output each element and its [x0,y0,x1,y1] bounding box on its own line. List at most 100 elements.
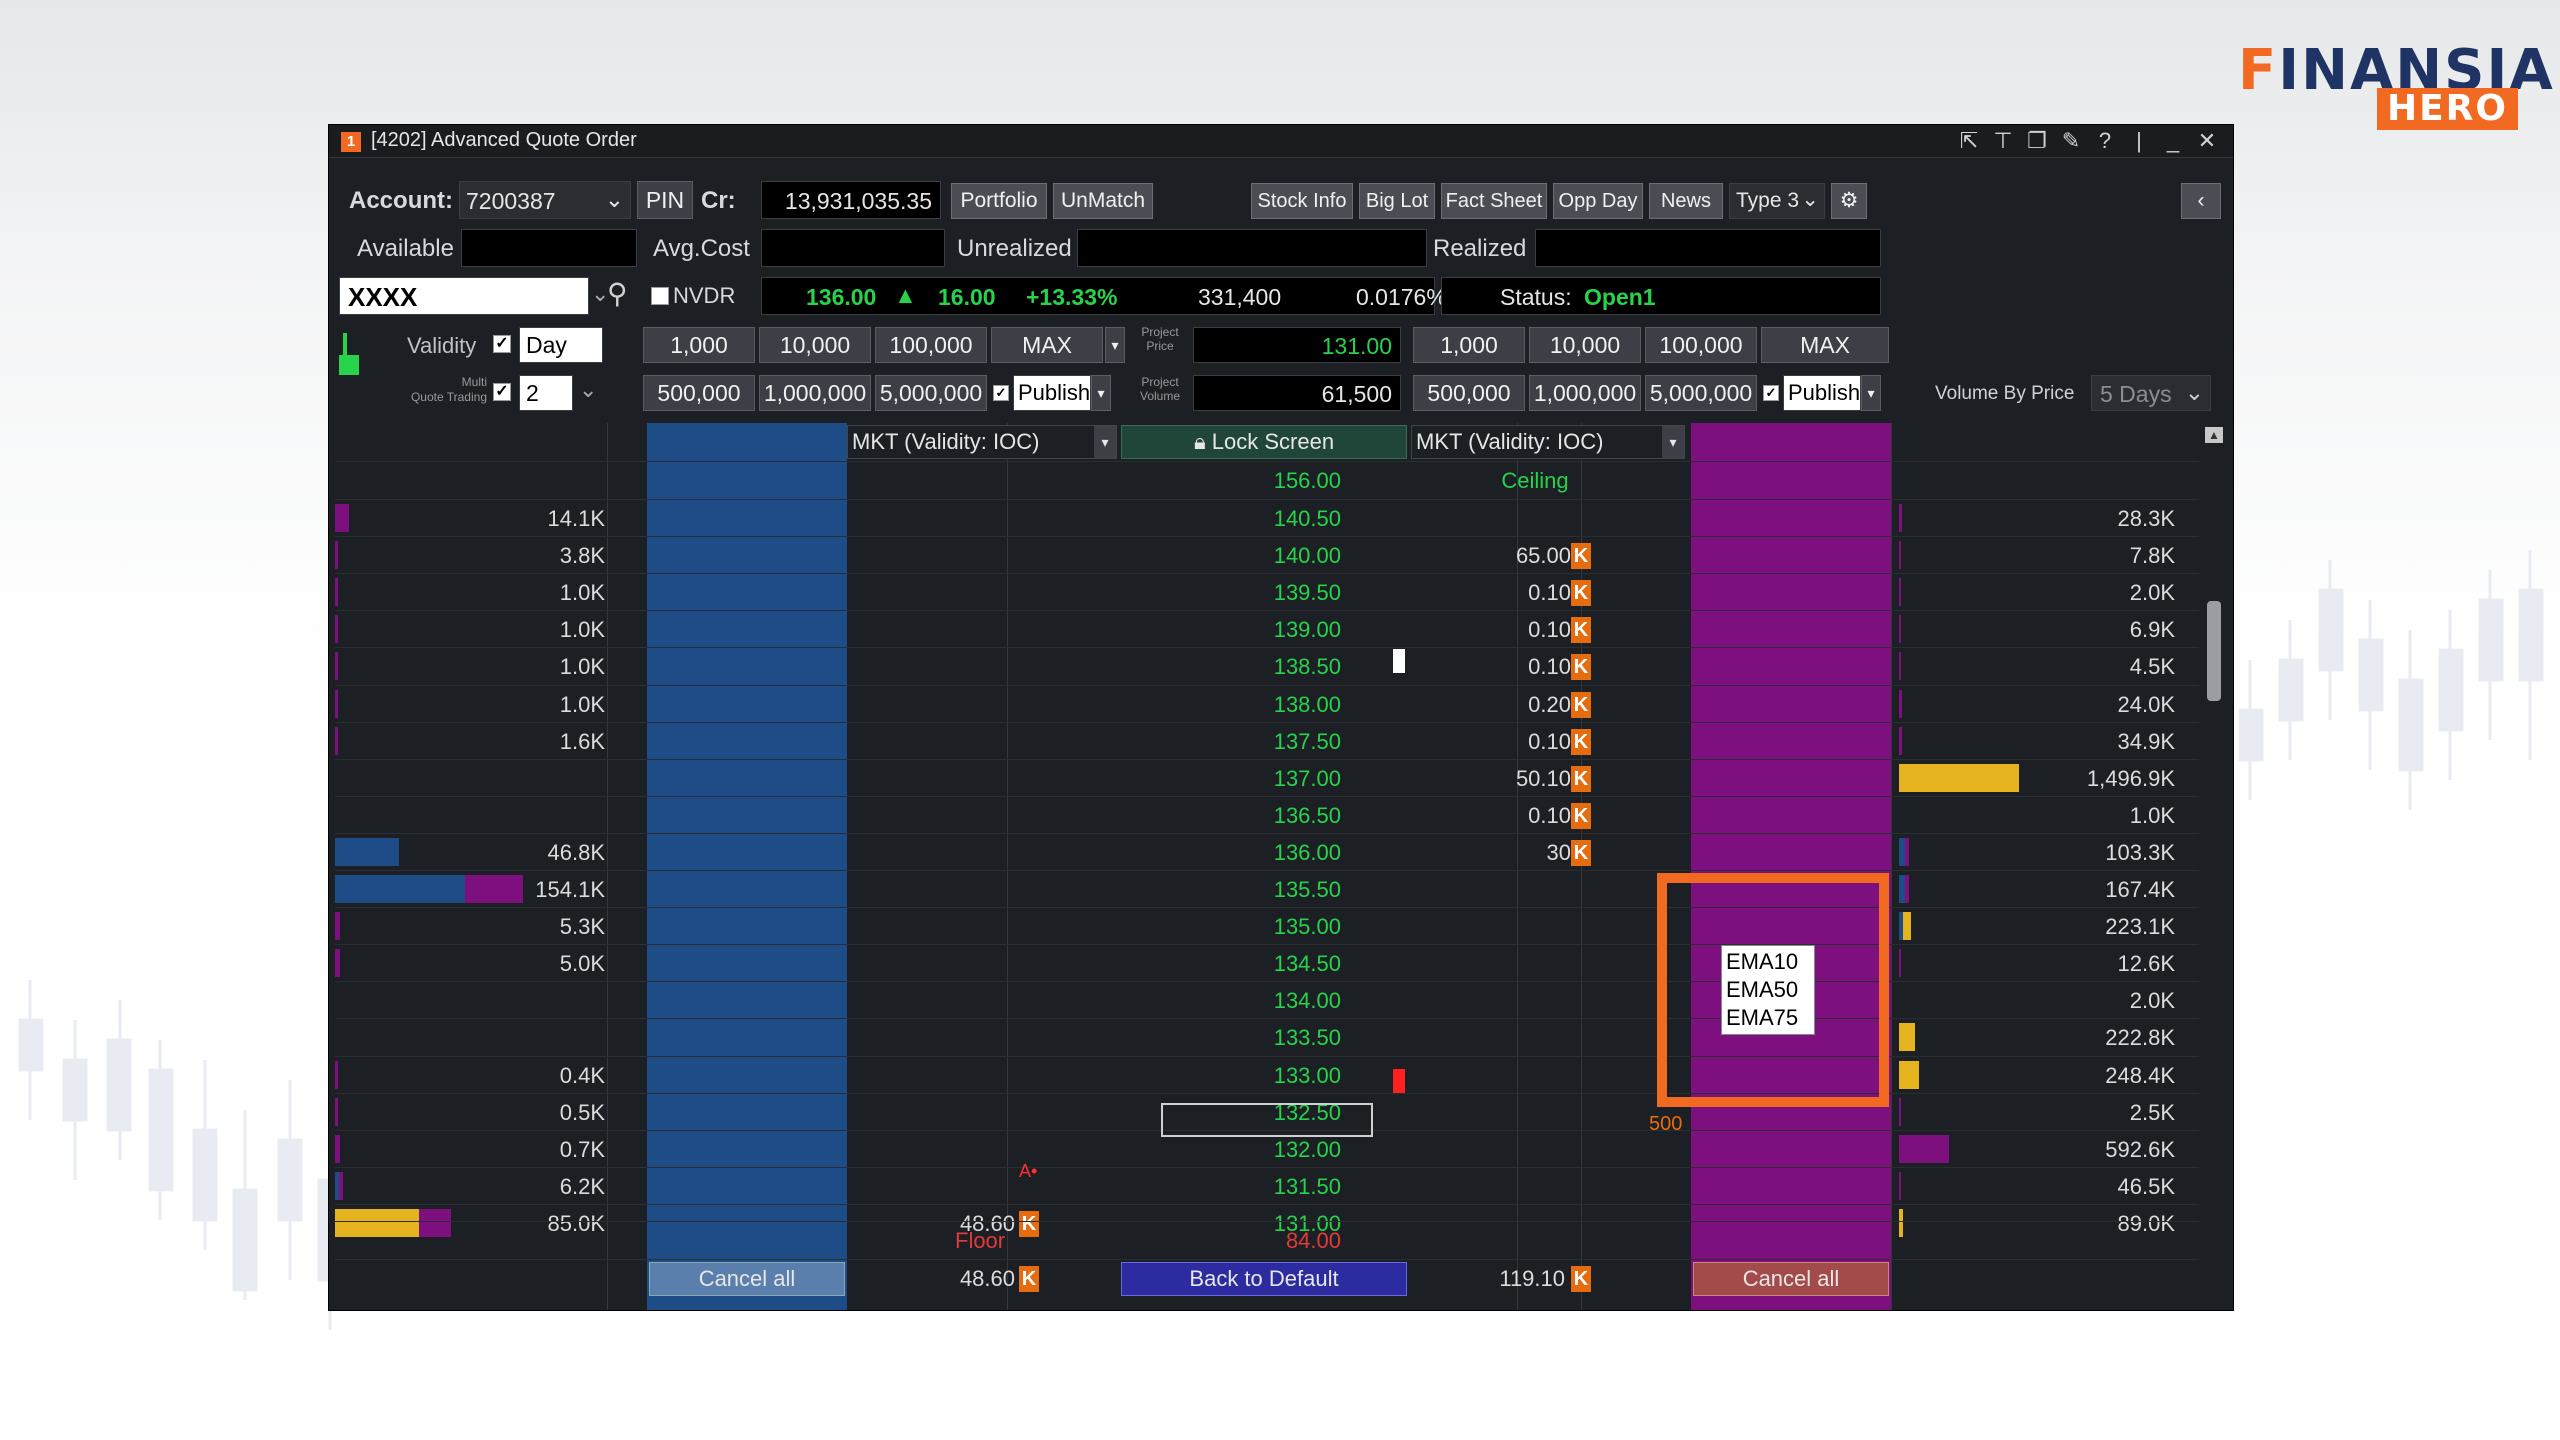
multi-quote-input[interactable]: 2 [519,375,573,411]
status-value: Open1 [1584,284,1656,310]
ladder-row[interactable]: 154.1K 135.50 167.4K [335,870,2207,907]
qty-max-button[interactable]: MAX [991,327,1103,363]
popout-icon[interactable]: ⇱ [1957,129,1981,153]
account-label: Account: [349,187,453,214]
settings-gear-icon[interactable]: ⚙ [1831,183,1867,219]
collapse-arrow-icon[interactable]: ‹ [2181,183,2221,219]
ask-qty-1000000-button[interactable]: 1,000,000 [1529,375,1641,411]
k-badge[interactable]: K [1571,580,1591,607]
ask-qty-100000-button[interactable]: 100,000 [1645,327,1757,363]
chevron-down-icon[interactable]: ▾ [1091,375,1111,411]
ladder-row[interactable]: 1.0K 139.50 0.10 2.0K K [335,573,2207,610]
last-price: 136.00 [806,284,877,310]
qty-1000-button[interactable]: 1,000 [643,327,755,363]
qty-500000-button[interactable]: 500,000 [643,375,755,411]
k-badge[interactable]: K [1571,617,1591,644]
ladder-row[interactable]: 136.50 0.10 1.0K K [335,795,2207,833]
price-level: 136.50 [1273,802,1341,828]
ask-qty-10000-button[interactable]: 10,000 [1529,327,1641,363]
restore-icon[interactable]: ❐ [2025,129,2049,153]
ladder-row[interactable]: 1.0K 139.00 0.10 6.9K K [335,610,2207,647]
volume-by-price: 12.6K [2117,951,2176,977]
pin-top-icon[interactable]: ⊤ [1991,129,2015,153]
ladder-row[interactable]: 0.4K 133.00 248.4K [335,1055,2207,1093]
ladder-row[interactable]: 14.1K 140.50 28.3K [335,499,2207,536]
tools-icon[interactable]: ✎ [2059,129,2083,153]
qty-10000-button[interactable]: 10,000 [759,327,871,363]
ladder-row[interactable]: 133.50 222.8K [335,1018,2207,1055]
opp-day-button[interactable]: Opp Day [1553,183,1643,219]
ask-publish-checkbox[interactable]: ✓ [1763,385,1779,401]
k-badge[interactable]: K [1571,543,1591,570]
bid-mkt-select[interactable]: MKT (Validity: IOC) ▾ [847,425,1117,459]
ask-mkt-select[interactable]: MKT (Validity: IOC) ▾ [1411,425,1685,459]
search-icon[interactable]: ⚲ [607,277,628,310]
k-badge[interactable]: K [1019,1266,1039,1292]
back-to-default-button[interactable]: Back to Default [1121,1262,1407,1296]
scrollbar-thumb[interactable] [2207,601,2221,701]
scroll-up-arrow-icon[interactable]: ▲ [2205,427,2223,443]
qty-1000000-button[interactable]: 1,000,000 [759,375,871,411]
publish-select[interactable]: Publish [1013,375,1091,411]
chevron-down-icon[interactable]: ▾ [1105,327,1125,363]
type-select[interactable]: Type 3 ⌄ [1729,183,1825,219]
up-arrow-icon: ▲ [894,282,917,308]
k-badge[interactable]: K [1571,765,1591,792]
fact-sheet-button[interactable]: Fact Sheet [1441,183,1547,219]
ladder-row[interactable]: 46.8K 136.00 30 103.3K K [335,832,2207,870]
title-bar: 1 [4202] Advanced Quote Order ⇱ ⊤ ❐ ✎ ? … [329,125,2233,158]
ask-qty-5000000-button[interactable]: 5,000,000 [1645,375,1757,411]
portfolio-button[interactable]: Portfolio [951,183,1047,219]
k-badge[interactable]: K [1571,839,1591,866]
stock-info-button[interactable]: Stock Info [1251,183,1353,219]
ladder-row[interactable]: 1.6K 137.50 0.10 34.9K K [335,721,2207,759]
news-button[interactable]: News [1649,183,1723,219]
k-badge[interactable]: K [1571,1266,1591,1292]
ladder-row[interactable]: 1.0K 138.00 0.20 24.0K K [335,684,2207,722]
ladder-row[interactable]: 6.2K 131.50 46.5K [335,1166,2207,1204]
qty-5000000-button[interactable]: 5,000,000 [875,375,987,411]
volume-by-price: 222.8K [2105,1025,2175,1051]
multi-quote-checkbox[interactable]: ✓ [493,383,511,401]
ladder-row[interactable]: 5.0K 134.50 12.6K [335,944,2207,981]
volume-by-price-label: Volume By Price [1935,383,2075,404]
lock-screen-button[interactable]: 🔒︎ Lock Screen [1121,425,1407,459]
symbol-input[interactable]: XXXX [339,277,589,315]
chevron-down-icon[interactable]: ⌄ [579,377,597,403]
ask-qty-1000-button[interactable]: 1,000 [1413,327,1525,363]
ask-qty-500000-button[interactable]: 500,000 [1413,375,1525,411]
highlight-box [1657,873,1889,1107]
unrealized-label: Unrealized [957,235,1072,262]
k-badge[interactable]: K [1571,802,1591,829]
ask-publish-select[interactable]: Publish [1783,375,1861,411]
ladder-row[interactable]: 5.3K 135.00 223.1K [335,907,2207,944]
big-lot-button[interactable]: Big Lot [1359,183,1435,219]
k-badge[interactable]: K [1571,728,1591,755]
validity-input[interactable]: Day [519,327,603,363]
chevron-down-icon[interactable]: ▾ [1861,375,1881,411]
help-icon[interactable]: ? [2093,129,2117,153]
publish-checkbox[interactable]: ✓ [993,385,1009,401]
validity-checkbox[interactable]: ✓ [493,335,511,353]
unmatch-button[interactable]: UnMatch [1053,183,1153,219]
price-level: 137.50 [1273,728,1341,754]
ladder-row[interactable]: 137.00 50.10 1,496.9K K [335,758,2207,796]
close-icon[interactable]: ✕ [2195,129,2219,153]
ladder-row[interactable]: 1.0K 138.50 0.10 4.5K K [335,647,2207,684]
minimize-icon[interactable]: _ [2161,129,2185,153]
ask-qty-max-button[interactable]: MAX [1761,327,1889,363]
volume-by-price-select[interactable]: 5 Days ⌄ [2091,375,2211,411]
ladder-row[interactable]: 134.00 2.0K [335,981,2207,1018]
qty-100000-button[interactable]: 100,000 [875,327,987,363]
cancel-all-bid-button[interactable]: Cancel all [649,1262,845,1296]
k-badge[interactable]: K [1571,691,1591,718]
cancel-all-ask-button[interactable]: Cancel all [1693,1262,1889,1296]
pin-button[interactable]: PIN [637,181,693,219]
ask-order-500[interactable]: 500 [1649,1113,1682,1136]
ask-queue: 0.10 [1528,802,1571,828]
ladder-row[interactable]: 3.8K 140.00 65.00 7.8K K [335,536,2207,573]
ladder-scrollbar[interactable]: ▲ [2199,423,2229,1310]
k-badge[interactable]: K [1571,654,1591,681]
nvdr-checkbox[interactable] [651,287,669,305]
account-select[interactable]: 7200387 ⌄ [459,181,631,219]
